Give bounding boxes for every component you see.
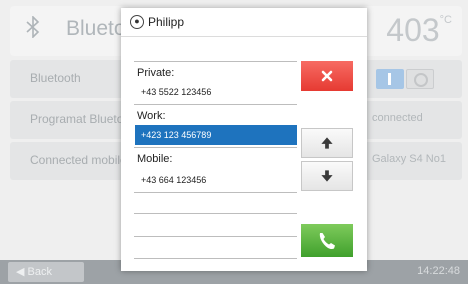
setting-value: connected [372, 112, 423, 124]
divider [134, 192, 297, 193]
contact-dialog: ● Philipp Private: +43 5522 123456 Work:… [121, 8, 367, 271]
contact-name: Philipp [148, 15, 185, 29]
bluetooth-icon [26, 15, 40, 44]
contact-number-work[interactable]: +423 123 456789 [135, 125, 297, 145]
divider [134, 61, 297, 62]
phone-icon [319, 233, 335, 250]
divider [134, 147, 297, 148]
divider [134, 236, 297, 237]
scroll-up-button[interactable] [301, 128, 353, 158]
arrow-up-icon [321, 137, 333, 149]
contact-type-label: Mobile: [137, 153, 173, 165]
temperature-unit: °C [439, 14, 452, 27]
divider [134, 213, 297, 214]
toggle-on-button[interactable] [376, 69, 404, 89]
back-button[interactable]: ◀ Back [8, 262, 84, 282]
back-arrow-icon: ◀ [16, 266, 25, 278]
back-label: Back [27, 266, 52, 278]
contact-icon: ● [130, 15, 144, 29]
contact-number-mobile[interactable]: +43 664 123456 [135, 170, 297, 190]
close-icon [321, 70, 333, 82]
divider [134, 258, 297, 259]
temperature-display: 403°C [386, 12, 452, 49]
temperature-value: 403 [386, 12, 440, 48]
scroll-down-button[interactable] [301, 161, 353, 191]
contact-type-label: Work: [137, 110, 166, 122]
cancel-button[interactable] [301, 61, 353, 91]
clock: 14:22:48 [417, 265, 460, 277]
arrow-down-icon [321, 170, 333, 182]
toggle-off-button[interactable] [406, 69, 434, 89]
setting-label: Connected mobile [30, 153, 127, 167]
setting-value: Galaxy S4 No1 [372, 153, 446, 165]
setting-label: Bluetooth [30, 71, 81, 85]
call-button[interactable] [301, 224, 353, 257]
contact-number-private[interactable]: +43 5522 123456 [135, 82, 297, 102]
dialog-header: ● Philipp [121, 8, 367, 37]
contact-type-label: Private: [137, 67, 175, 79]
divider [134, 104, 297, 105]
bluetooth-toggle[interactable] [376, 69, 436, 89]
